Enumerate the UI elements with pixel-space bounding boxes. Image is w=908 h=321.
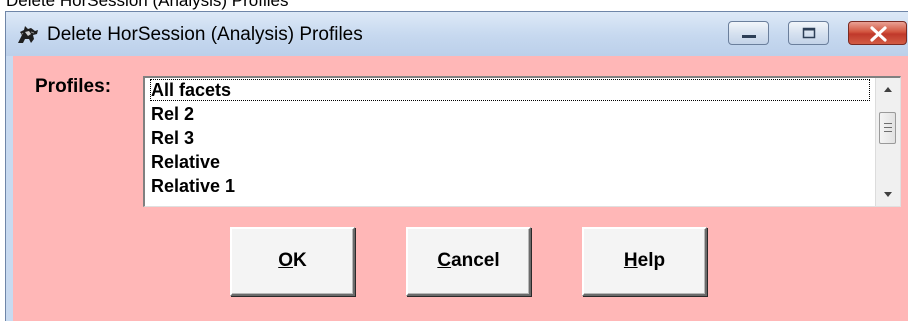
thumb-grip-line bbox=[884, 131, 892, 132]
ok-button[interactable]: OK bbox=[230, 227, 355, 296]
screen: Delete HorSession (Analysis) Profiles De… bbox=[0, 0, 908, 321]
profiles-listbox[interactable]: All facets Rel 2 Rel 3 Relative Relative… bbox=[143, 76, 901, 207]
scroll-down-arrow-icon[interactable] bbox=[876, 184, 900, 206]
maximize-button[interactable] bbox=[788, 21, 829, 45]
window-title: Delete HorSession (Analysis) Profiles bbox=[47, 24, 363, 45]
list-item[interactable]: Relative 1 bbox=[149, 174, 871, 198]
minimize-icon bbox=[742, 35, 756, 38]
help-mnemonic: H bbox=[623, 250, 638, 271]
vertical-scrollbar[interactable] bbox=[875, 78, 900, 206]
delete-profiles-dialog: Delete HorSession (Analysis) Profiles Pr… bbox=[5, 11, 908, 321]
scroll-thumb[interactable] bbox=[879, 112, 896, 144]
help-label: elp bbox=[637, 250, 666, 271]
profiles-label: Profiles: bbox=[35, 76, 112, 97]
list-item[interactable]: Relative bbox=[149, 150, 871, 174]
dialog-client-area: Profiles: All facets Rel 2 Rel 3 Relativ… bbox=[13, 56, 908, 321]
close-icon bbox=[870, 26, 887, 42]
ok-mnemonic: O bbox=[278, 250, 294, 271]
ok-label: K bbox=[293, 250, 307, 271]
list-item[interactable]: All facets bbox=[149, 78, 871, 102]
close-button[interactable] bbox=[848, 21, 907, 45]
thumb-grip-line bbox=[884, 127, 892, 128]
scroll-up-arrow-icon[interactable] bbox=[876, 78, 900, 100]
horse-rider-icon bbox=[18, 26, 38, 43]
maximize-icon bbox=[802, 27, 816, 39]
cancel-mnemonic: C bbox=[437, 250, 452, 271]
thumb-grip-line bbox=[884, 123, 892, 124]
cancel-button[interactable]: Cancel bbox=[406, 227, 531, 296]
profiles-list: All facets Rel 2 Rel 3 Relative Relative… bbox=[149, 78, 871, 198]
help-button[interactable]: Help bbox=[582, 227, 707, 296]
list-item[interactable]: Rel 2 bbox=[149, 102, 871, 126]
list-item[interactable]: Rel 3 bbox=[149, 126, 871, 150]
title-bar[interactable]: Delete HorSession (Analysis) Profiles bbox=[6, 12, 908, 56]
minimize-button[interactable] bbox=[728, 21, 769, 45]
cancel-label: ancel bbox=[451, 250, 500, 271]
background-window-caption: Delete HorSession (Analysis) Profiles bbox=[6, 0, 289, 10]
